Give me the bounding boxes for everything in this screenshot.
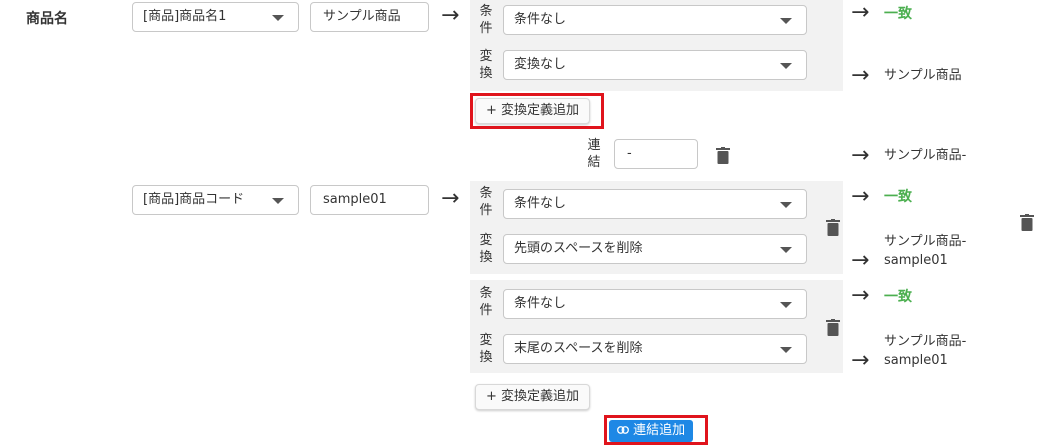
source-select-1-value: [商品]商品名1 [143, 9, 227, 24]
conversion-label-2: 変換 [479, 233, 493, 265]
trash-icon[interactable] [716, 147, 730, 164]
sample-input-2[interactable]: sample01 [310, 185, 429, 215]
condition-label-1: 条件 [479, 4, 493, 36]
trash-icon[interactable] [826, 319, 840, 336]
conversion-select-2-value: 先頭のスペースを削除 [514, 241, 643, 256]
condition-select-3[interactable]: 条件なし [503, 289, 807, 319]
arrow-right-icon: → [851, 283, 870, 308]
add-join-button[interactable]: 連結追加 [609, 420, 694, 442]
trash-icon[interactable] [826, 219, 840, 236]
add-conversion-button-1[interactable]: + 変換定義追加 [475, 98, 591, 124]
conversion-select-3[interactable]: 末尾のスペースを削除 [503, 334, 807, 364]
result-text-2: サンプル商品-sample01 [884, 234, 967, 268]
result-text-3: サンプル商品-sample01 [884, 334, 967, 368]
add-conversion-button-2[interactable]: + 変換定義追加 [475, 384, 591, 410]
source-select-2-value: [商品]商品コード [143, 192, 245, 207]
result-text-1: サンプル商品 [884, 68, 962, 83]
result-match-2: 一致 [884, 189, 912, 205]
arrow-right-icon: → [851, 248, 870, 273]
condition-select-2[interactable]: 条件なし [503, 189, 807, 219]
sample-input-1[interactable]: サンプル商品 [310, 2, 429, 32]
chevron-down-icon [272, 198, 284, 204]
condition-label-2: 条件 [479, 186, 493, 218]
chevron-down-icon [780, 18, 792, 24]
arrow-right-icon: → [851, 348, 870, 373]
link-icon [617, 426, 629, 434]
chevron-down-icon [780, 202, 792, 208]
add-conversion-label: 変換定義追加 [501, 103, 580, 118]
result-match-3: 一致 [884, 289, 912, 305]
conversion-label-1: 変換 [479, 49, 493, 81]
conversion-label-3: 変換 [479, 333, 493, 365]
source-select-1[interactable]: [商品]商品名1 [132, 2, 299, 32]
condition-select-1-value: 条件なし [514, 12, 567, 27]
arrow-right-icon: → [851, 184, 870, 209]
condition-label-3: 条件 [479, 286, 493, 318]
condition-select-2-value: 条件なし [514, 196, 567, 211]
chevron-down-icon [780, 302, 792, 308]
conversion-select-1[interactable]: 変換なし [503, 50, 807, 80]
join-separator-input[interactable]: - [614, 139, 698, 169]
plus-icon: + [486, 103, 497, 118]
arrow-right-icon: → [851, 143, 870, 168]
join-result-text: サンプル商品- [884, 148, 967, 163]
chevron-down-icon [780, 347, 792, 353]
arrow-right-icon: → [851, 0, 870, 25]
result-match-1: 一致 [884, 6, 912, 22]
trash-icon[interactable] [1020, 214, 1034, 231]
join-label: 連結 [587, 138, 601, 170]
add-join-label: 連結追加 [633, 423, 686, 438]
add-conversion-label: 変換定義追加 [501, 389, 580, 404]
chevron-down-icon [780, 63, 792, 69]
arrow-right-icon: → [441, 186, 460, 211]
arrow-right-icon: → [851, 63, 870, 88]
conversion-select-1-value: 変換なし [514, 57, 567, 72]
plus-icon: + [486, 389, 497, 404]
conversion-select-3-value: 末尾のスペースを削除 [514, 341, 643, 356]
chevron-down-icon [272, 15, 284, 21]
field-label: 商品名 [26, 11, 68, 27]
conversion-select-2[interactable]: 先頭のスペースを削除 [503, 234, 807, 264]
arrow-right-icon: → [441, 3, 460, 28]
source-select-2[interactable]: [商品]商品コード [132, 185, 299, 215]
condition-select-1[interactable]: 条件なし [503, 5, 807, 35]
chevron-down-icon [780, 247, 792, 253]
condition-select-3-value: 条件なし [514, 296, 567, 311]
